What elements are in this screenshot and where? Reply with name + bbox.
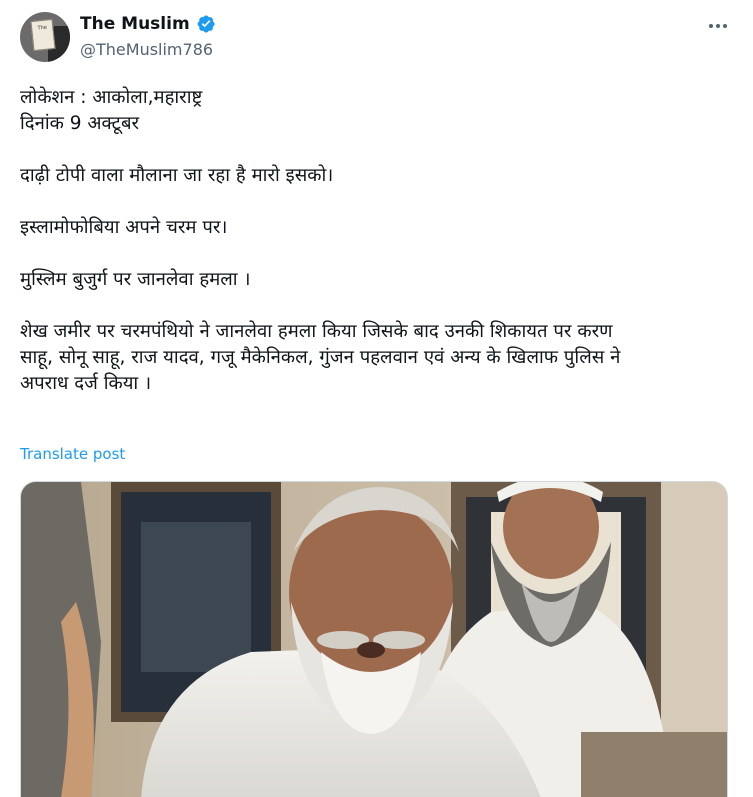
avatar[interactable]: The — [20, 12, 70, 62]
avatar-sign-image: The — [30, 18, 56, 52]
post-line — [20, 293, 735, 319]
verified-badge-icon[interactable] — [196, 14, 216, 34]
author-display-name[interactable]: The Muslim — [80, 14, 190, 34]
translate-post-link[interactable]: Translate post — [20, 445, 125, 463]
author-name-row: The Muslim — [80, 14, 216, 34]
post-text: लोकेशन : आकोला,महाराष्ट्र दिनांक 9 अक्टू… — [20, 85, 735, 397]
post-line: मुस्लिम बुजुर्ग पर जानलेवा हमला । — [20, 269, 251, 290]
post-line: दाढ़ी टोपी वाला मौलाना जा रहा है मारो इस… — [20, 165, 334, 186]
post-line — [20, 189, 735, 215]
post-line: अपराध दर्ज किया । — [20, 373, 152, 394]
author-handle[interactable]: @TheMuslim786 — [80, 40, 213, 59]
post-line: लोकेशन : आकोला,महाराष्ट्र — [20, 87, 203, 108]
post-line: दिनांक 9 अक्टूबर — [20, 113, 140, 134]
post-line — [20, 137, 735, 163]
more-icon[interactable] — [703, 14, 733, 38]
video-frame-image — [21, 482, 727, 797]
post-line: इस्लामोफोबिया अपने चरम पर। — [20, 217, 228, 238]
post-video-thumbnail[interactable] — [20, 481, 728, 797]
post-line: शेख जमीर पर चरमपंथियो ने जानलेवा हमला कि… — [20, 321, 613, 342]
post-line: साहू, सोनू साहू, राज यादव, गजू मैकेनिकल,… — [20, 347, 621, 368]
post-header: The The Muslim @TheMuslim786 — [20, 12, 733, 64]
post-line — [20, 241, 735, 267]
